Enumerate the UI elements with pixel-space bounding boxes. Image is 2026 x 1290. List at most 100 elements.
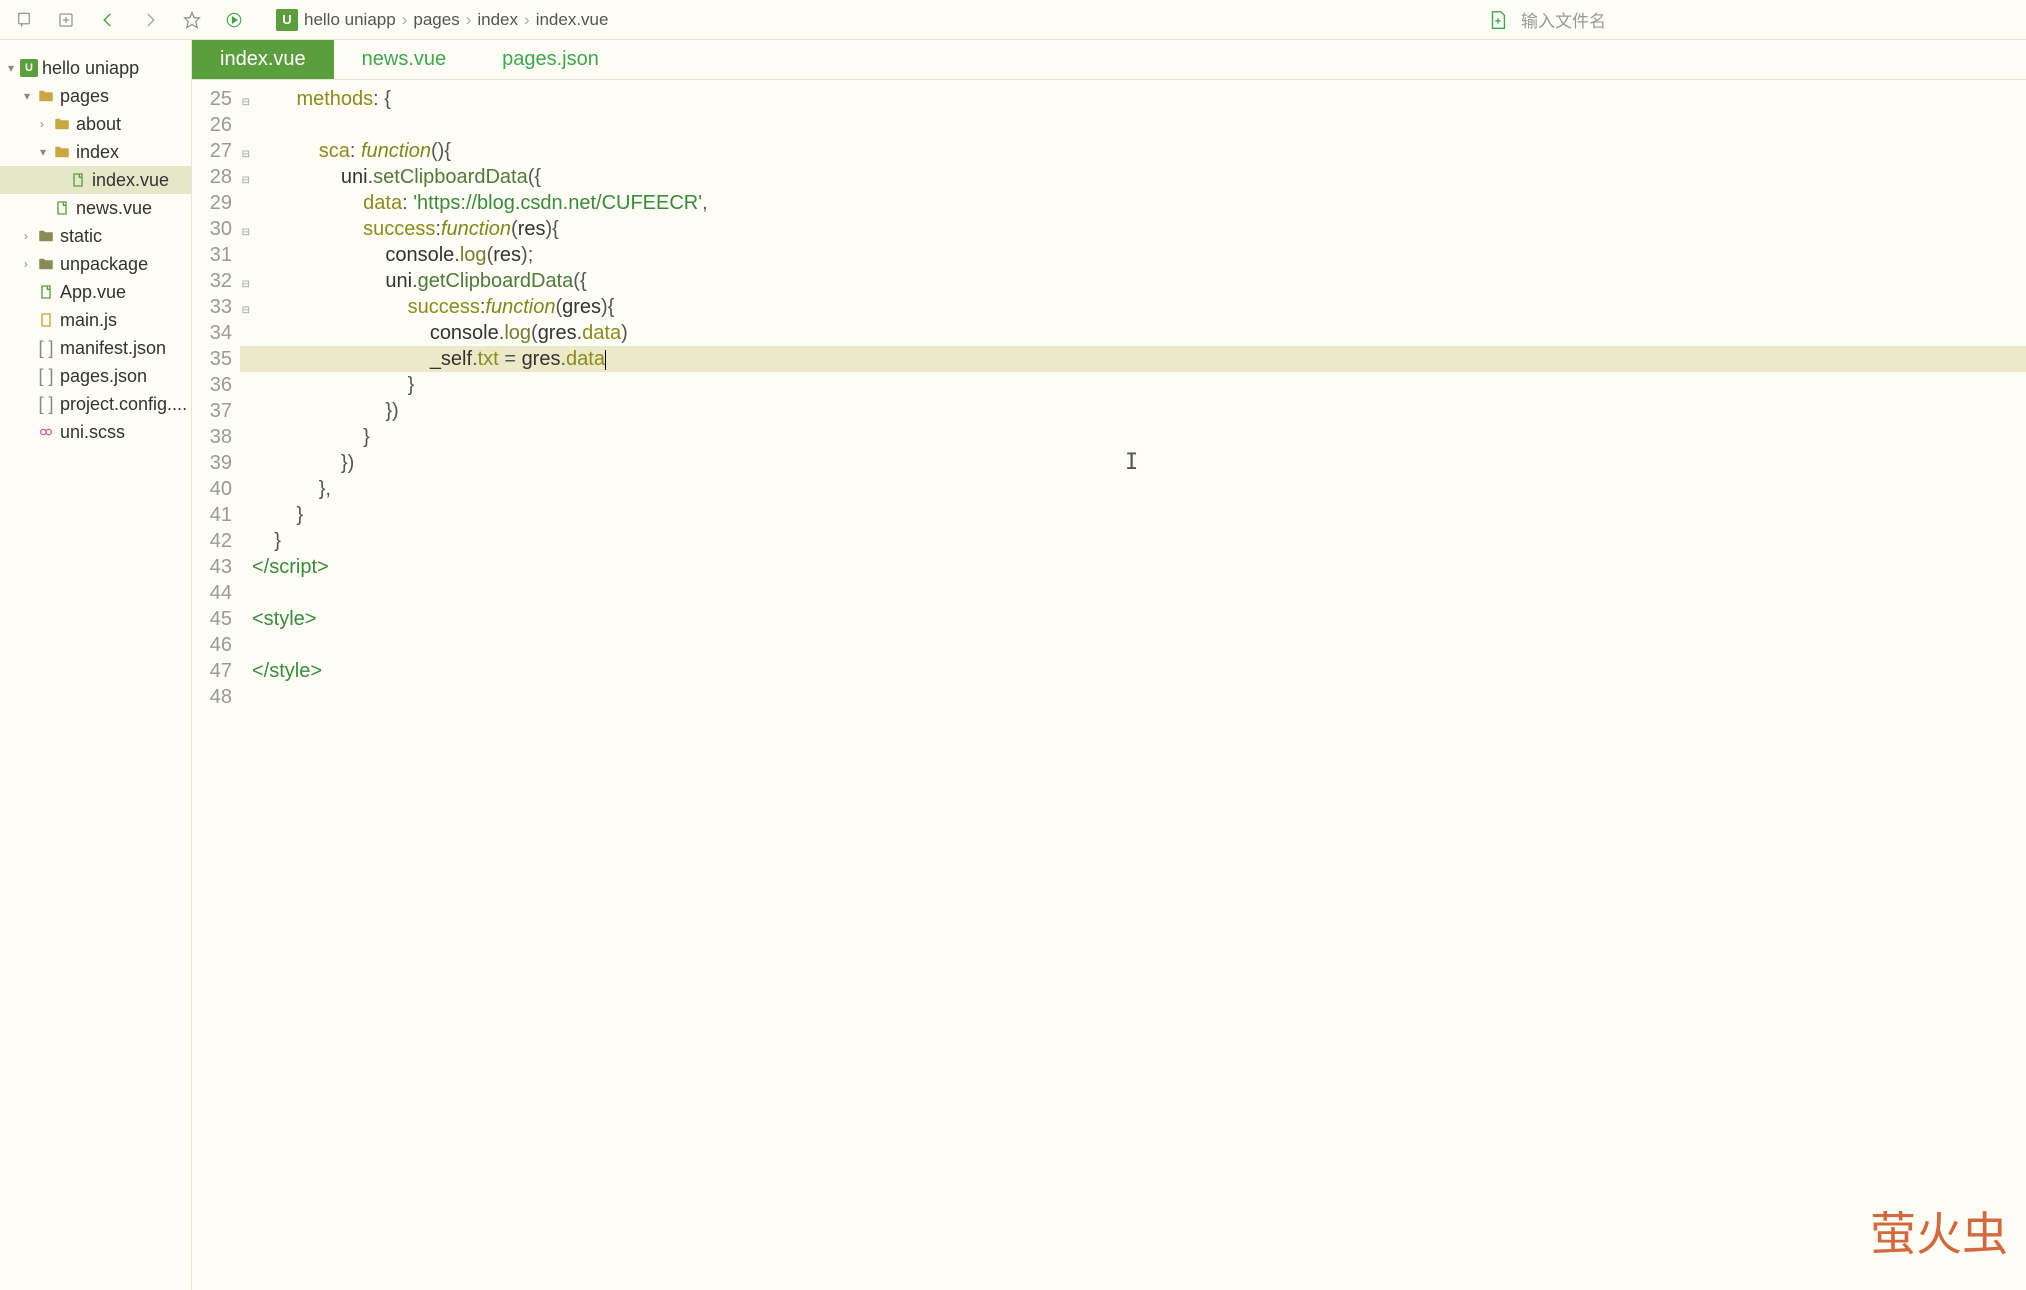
tree-item-label: hello uniapp — [42, 58, 139, 79]
code-line[interactable]: success:function(res){ — [240, 216, 2026, 242]
tree-item-label: index — [76, 142, 119, 163]
code-line[interactable]: </script> — [240, 554, 2026, 580]
tree-item-label: App.vue — [60, 282, 126, 303]
code-line[interactable]: }, — [240, 476, 2026, 502]
line-number: 43 — [192, 554, 240, 580]
code-line[interactable]: } — [240, 502, 2026, 528]
tree-item-label: index.vue — [92, 170, 169, 191]
line-number: 25⊟ — [192, 86, 240, 112]
tree-item-app-vue[interactable]: App.vue — [0, 278, 191, 306]
line-number: 36 — [192, 372, 240, 398]
new-file-icon[interactable] — [1487, 9, 1509, 31]
file-name-input[interactable]: 输入文件名 — [1521, 7, 1606, 32]
tree-item-about[interactable]: ›about — [0, 110, 191, 138]
code-line[interactable]: uni.setClipboardData({ — [240, 164, 2026, 190]
new-window-icon[interactable] — [54, 8, 78, 32]
tree-item-static[interactable]: ›static — [0, 222, 191, 250]
top-toolbar: U hello uniapp › pages › index › index.v… — [0, 0, 2026, 40]
tree-item-pages-json[interactable]: [ ]pages.json — [0, 362, 191, 390]
code-content[interactable]: methods: { sca: function(){ uni.setClipb… — [240, 80, 2026, 1290]
tree-item-unpackage[interactable]: ›unpackage — [0, 250, 191, 278]
tree-item-news-vue[interactable]: news.vue — [0, 194, 191, 222]
tree-item-index-vue[interactable]: index.vue — [0, 166, 191, 194]
breadcrumb-separator: › — [402, 10, 408, 30]
tree-item-main-js[interactable]: main.js — [0, 306, 191, 334]
line-number: 47 — [192, 658, 240, 684]
code-line[interactable] — [240, 632, 2026, 658]
tree-item-index[interactable]: ▾index — [0, 138, 191, 166]
breadcrumb-item[interactable]: index.vue — [536, 10, 609, 30]
code-line[interactable]: methods: { — [240, 86, 2026, 112]
tree-item-uni-scss[interactable]: uni.scss — [0, 418, 191, 446]
breadcrumb-separator: › — [524, 10, 530, 30]
tree-item-label: project.config.... — [60, 394, 187, 415]
tab-news-vue[interactable]: news.vue — [334, 40, 475, 79]
watermark-text: 萤火虫 — [1870, 1198, 2008, 1264]
tree-item-label: unpackage — [60, 254, 148, 275]
code-line[interactable]: data: 'https://blog.csdn.net/CUFEECR', — [240, 190, 2026, 216]
code-line[interactable]: console.log(res); — [240, 242, 2026, 268]
file-tree-sidebar: ▾Uhello uniapp▾pages›about▾index index.vu… — [0, 40, 192, 1290]
tree-item-label: main.js — [60, 310, 117, 331]
tree-item-label: uni.scss — [60, 422, 125, 443]
code-line[interactable]: uni.getClipboardData({ — [240, 268, 2026, 294]
line-number: 26 — [192, 112, 240, 138]
breadcrumb-item[interactable]: hello uniapp — [304, 10, 396, 30]
tab-pages-json[interactable]: pages.json — [474, 40, 627, 79]
code-line[interactable]: }) — [240, 398, 2026, 424]
line-number: 40 — [192, 476, 240, 502]
breadcrumb-item[interactable]: index — [477, 10, 518, 30]
line-number: 33⊟ — [192, 294, 240, 320]
forward-icon[interactable] — [138, 8, 162, 32]
tab-index-vue[interactable]: index.vue — [192, 40, 334, 79]
breadcrumb: U hello uniapp › pages › index › index.v… — [276, 9, 608, 31]
code-line[interactable]: <style> — [240, 606, 2026, 632]
tree-item-label: static — [60, 226, 102, 247]
line-number: 35 — [192, 346, 240, 372]
code-line[interactable] — [240, 684, 2026, 710]
star-icon[interactable] — [180, 8, 204, 32]
line-number: 29 — [192, 190, 240, 216]
line-gutter: 25⊟2627⊟28⊟2930⊟3132⊟33⊟3435363738394041… — [192, 80, 240, 1290]
code-line[interactable]: success:function(gres){ — [240, 294, 2026, 320]
tab-bar: index.vuenews.vuepages.json — [192, 40, 2026, 80]
breadcrumb-item[interactable]: pages — [413, 10, 459, 30]
tree-item-label: news.vue — [76, 198, 152, 219]
line-number: 48 — [192, 684, 240, 710]
code-line[interactable] — [240, 580, 2026, 606]
line-number: 38 — [192, 424, 240, 450]
tree-item-label: manifest.json — [60, 338, 166, 359]
line-number: 34 — [192, 320, 240, 346]
line-number: 37 — [192, 398, 240, 424]
tree-item-project-config-[interactable]: [ ]project.config.... — [0, 390, 191, 418]
line-number: 46 — [192, 632, 240, 658]
line-number: 32⊟ — [192, 268, 240, 294]
back-icon[interactable] — [96, 8, 120, 32]
tree-item-label: about — [76, 114, 121, 135]
code-line[interactable]: } — [240, 424, 2026, 450]
code-line[interactable]: </style> — [240, 658, 2026, 684]
tree-item-manifest-json[interactable]: [ ]manifest.json — [0, 334, 191, 362]
project-badge: U — [276, 9, 298, 31]
pin-icon[interactable] — [12, 8, 36, 32]
tree-item-label: pages — [60, 86, 109, 107]
code-line[interactable]: _self.txt = gres.data — [240, 346, 2026, 372]
play-icon[interactable] — [222, 8, 246, 32]
code-line[interactable]: } — [240, 372, 2026, 398]
toolbar-left-group: U hello uniapp › pages › index › index.v… — [0, 8, 608, 32]
tree-item-label: pages.json — [60, 366, 147, 387]
line-number: 30⊟ — [192, 216, 240, 242]
code-line[interactable]: }) — [240, 450, 2026, 476]
line-number: 41 — [192, 502, 240, 528]
code-line[interactable]: console.log(gres.data) — [240, 320, 2026, 346]
line-number: 39 — [192, 450, 240, 476]
code-line[interactable] — [240, 112, 2026, 138]
tree-item-hello-uniapp[interactable]: ▾Uhello uniapp — [0, 54, 191, 82]
code-line[interactable]: sca: function(){ — [240, 138, 2026, 164]
line-number: 27⊟ — [192, 138, 240, 164]
tree-item-pages[interactable]: ▾pages — [0, 82, 191, 110]
line-number: 44 — [192, 580, 240, 606]
code-line[interactable]: } — [240, 528, 2026, 554]
line-number: 42 — [192, 528, 240, 554]
code-editor[interactable]: 25⊟2627⊟28⊟2930⊟3132⊟33⊟3435363738394041… — [192, 80, 2026, 1290]
